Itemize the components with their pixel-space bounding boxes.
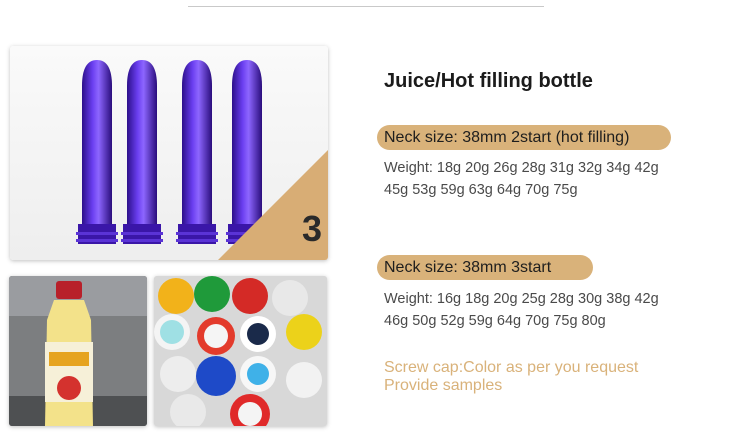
samples-note: Provide samples [384,377,503,394]
preform-3 [176,60,218,244]
neck-size-badge: Neck size: 38mm 3start [377,255,593,280]
caps-panel [154,276,327,426]
product-title: Juice/Hot filling bottle [384,70,593,92]
preform-1 [76,60,118,244]
preform-2 [121,60,163,244]
weight-list: Weight: 16g 18g 20g 25g 28g 30g 38g 42g … [384,288,714,332]
juice-bottle-panel [9,276,147,426]
juice-bottle-image [9,276,147,426]
neck-size-badge: Neck size: 38mm 2start (hot filling) [377,125,671,150]
colored-caps-image [154,276,327,426]
preform-image-panel: 3 [10,46,328,260]
weight-line: 45g 53g 59g 63g 64g 70g 75g [384,182,578,198]
weight-list: Weight: 18g 20g 26g 28g 31g 32g 34g 42g … [384,157,714,201]
image-number-badge: 3 [301,208,322,249]
weight-line: Weight: 18g 20g 26g 28g 31g 32g 34g 42g [384,160,659,176]
weight-line: Weight: 16g 18g 20g 25g 28g 30g 38g 42g [384,291,659,307]
screw-cap-note: Screw cap:Color as per you request [384,359,639,376]
top-divider [188,6,544,7]
weight-line: 46g 50g 52g 59g 64g 70g 75g 80g [384,313,606,329]
